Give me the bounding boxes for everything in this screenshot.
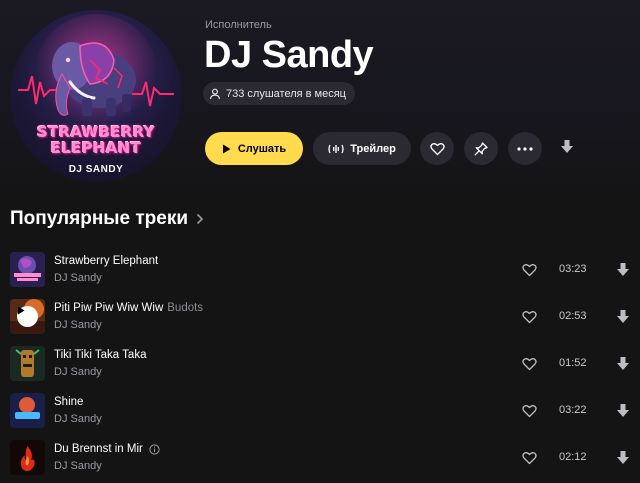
track-title-row: Strawberry Elephant: [54, 255, 158, 267]
track-artist[interactable]: DJ Sandy: [54, 460, 102, 472]
track-duration: 03:23: [559, 263, 587, 275]
cover-title-line2: ELEPHANT: [50, 139, 142, 157]
track-cover-shine-icon: [10, 393, 45, 428]
download-icon: [617, 263, 629, 276]
track-row[interactable]: Tiki Tiki Taka Taka DJ Sandy 01:52: [0, 342, 640, 389]
play-icon: [222, 144, 231, 153]
track-duration: 01:52: [559, 357, 587, 369]
heart-icon: [521, 264, 537, 277]
cover-title-line1: STRAWBERRY: [37, 123, 155, 141]
download-icon: [617, 357, 629, 370]
track-row[interactable]: Du Brennst in Mir DJ Sandy 02:12: [0, 436, 640, 483]
track-cover: [10, 346, 45, 381]
track-cover: [10, 393, 45, 428]
track-title-row: Shine: [54, 396, 83, 408]
track-download-button[interactable]: [613, 354, 633, 374]
heart-icon: [521, 452, 537, 465]
artist-cover: STRAWBERRY ELEPHANT DJ SANDY: [10, 10, 182, 182]
cover-subtitle: DJ SANDY: [68, 164, 124, 175]
track-like-button[interactable]: [519, 448, 539, 468]
trailer-button-label: Трейлер: [350, 142, 396, 155]
play-button[interactable]: Слушать: [205, 132, 303, 165]
artist-kind-label: Исполнитель: [205, 19, 272, 31]
track-download-button[interactable]: [613, 307, 633, 327]
trailer-button[interactable]: Трейлер: [313, 132, 411, 165]
play-icon: [18, 306, 25, 315]
popular-tracks-title: Популярные треки: [10, 208, 189, 229]
track-title[interactable]: Piti Piw Piw Wiw Wiw: [54, 302, 163, 314]
track-download-button[interactable]: [613, 448, 633, 468]
track-title[interactable]: Shine: [54, 396, 83, 408]
track-like-button[interactable]: [519, 401, 539, 421]
track-duration: 03:22: [559, 404, 587, 416]
person-icon: [210, 88, 220, 99]
download-icon: [617, 310, 629, 323]
download-icon: [617, 404, 629, 417]
track-row[interactable]: Strawberry Elephant DJ Sandy 03:23: [0, 248, 640, 295]
like-artist-button[interactable]: [420, 132, 454, 165]
heart-icon: [521, 311, 537, 324]
track-row[interactable]: Shine DJ Sandy 03:22: [0, 389, 640, 436]
track-title[interactable]: Strawberry Elephant: [54, 255, 158, 267]
listeners-count: 733 слушателя в месяц: [226, 87, 346, 100]
track-cover: [10, 440, 45, 475]
track-like-button[interactable]: [519, 260, 539, 280]
pin-icon: [474, 141, 488, 155]
play-button-label: Слушать: [237, 142, 287, 155]
popular-tracks-header[interactable]: Популярные треки: [10, 208, 204, 230]
track-duration: 02:12: [559, 451, 587, 463]
track-artist[interactable]: DJ Sandy: [54, 366, 102, 378]
heart-icon: [521, 358, 537, 371]
track-download-button[interactable]: [613, 260, 633, 280]
track-cover: [10, 252, 45, 287]
more-button[interactable]: [508, 132, 542, 165]
track-title[interactable]: Tiki Tiki Taka Taka: [54, 349, 146, 361]
track-cover-flame-icon: [10, 440, 45, 475]
track-like-button[interactable]: [519, 354, 539, 374]
track-cover-strawberry-elephant-icon: [10, 252, 45, 287]
heart-icon: [521, 405, 537, 418]
info-icon[interactable]: [149, 443, 160, 455]
heart-icon: [429, 142, 445, 155]
track-title-row: Piti Piw Piw Wiw Wiw Budots: [54, 302, 203, 314]
track-artist[interactable]: DJ Sandy: [54, 272, 102, 284]
track-row[interactable]: Piti Piw Piw Wiw Wiw Budots DJ Sandy 02:…: [0, 295, 640, 342]
track-like-button[interactable]: [519, 307, 539, 327]
track-play-button[interactable]: [17, 306, 38, 327]
track-artist[interactable]: DJ Sandy: [54, 319, 102, 331]
track-cover-tiki-icon: [10, 346, 45, 381]
track-duration: 02:53: [559, 310, 587, 322]
track-artist[interactable]: DJ Sandy: [54, 413, 102, 425]
track-feat-artist[interactable]: Budots: [167, 302, 203, 314]
artist-name: DJ Sandy: [204, 34, 374, 76]
pin-button[interactable]: [464, 132, 498, 165]
track-cover: [10, 299, 45, 334]
track-title-row: Du Brennst in Mir: [54, 443, 160, 455]
track-title[interactable]: Du Brennst in Mir: [54, 443, 143, 455]
trailer-wave-icon: [328, 144, 344, 153]
listeners-badge: 733 слушателя в месяц: [203, 82, 355, 105]
track-download-button[interactable]: [613, 401, 633, 421]
download-artist-button[interactable]: [556, 136, 578, 158]
chevron-right-icon: [196, 213, 204, 225]
track-title-row: Tiki Tiki Taka Taka: [54, 349, 146, 361]
download-icon: [561, 140, 573, 153]
download-icon: [617, 451, 629, 464]
more-icon: [517, 146, 533, 151]
